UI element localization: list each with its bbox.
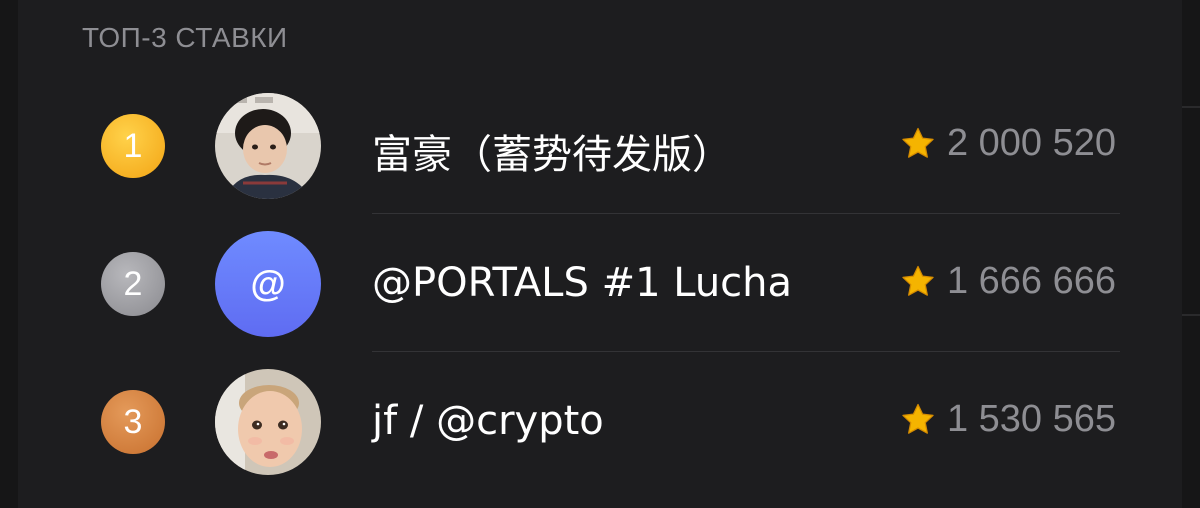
username: jf / @crypto — [372, 398, 604, 444]
bid-amount-value: 1 530 565 — [946, 398, 1116, 440]
star-icon — [902, 265, 934, 296]
rank-badge-bronze: 3 — [101, 390, 165, 454]
child-photo-icon — [215, 93, 321, 199]
leaderboard-row[interactable]: 1 富豪（蓄势待发版） 2 000 520 — [0, 86, 1200, 206]
toddler-photo-icon — [215, 369, 321, 475]
row-divider — [372, 213, 1120, 214]
leaderboard-screen: ТОП-3 СТАВКИ 1 富豪（蓄势待发版） 2 000 520 2 @ @… — [0, 0, 1200, 508]
at-symbol-icon: @ — [250, 263, 286, 304]
leaderboard-row[interactable]: 2 @ @PORTALS #1 Lucha 1 666 666 — [0, 224, 1200, 344]
rank-badge-gold: 1 — [101, 114, 165, 178]
bid-amount-value: 1 666 666 — [946, 260, 1116, 302]
leaderboard-row[interactable]: 3 jf / @crypto 1 530 565 — [0, 362, 1200, 482]
avatar[interactable]: @ — [215, 231, 321, 337]
star-icon — [902, 403, 934, 434]
bid-amount: 1 530 565 — [899, 398, 1116, 441]
section-title: ТОП-3 СТАВКИ — [82, 22, 288, 53]
avatar[interactable] — [215, 93, 321, 199]
bid-amount: 1 666 666 — [899, 260, 1116, 303]
username: 富豪（蓄势待发版） — [372, 132, 732, 178]
rank-badge-silver: 2 — [101, 252, 165, 316]
row-divider — [372, 351, 1120, 352]
bid-amount: 2 000 520 — [899, 122, 1116, 165]
username: @PORTALS #1 Lucha — [372, 260, 793, 306]
star-icon — [902, 127, 934, 158]
avatar[interactable] — [215, 369, 321, 475]
bid-amount-value: 2 000 520 — [946, 122, 1116, 164]
